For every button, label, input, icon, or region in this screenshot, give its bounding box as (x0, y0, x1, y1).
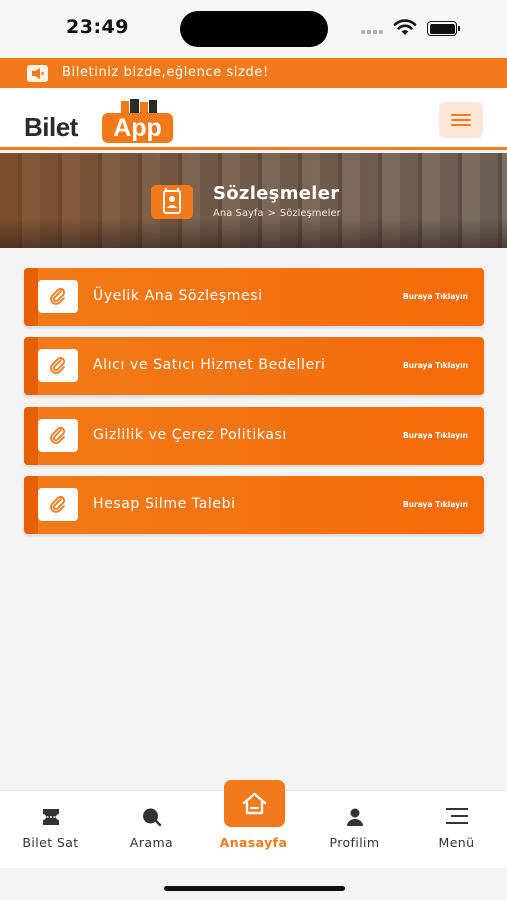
dynamic-island (180, 11, 328, 47)
megaphone-icon (27, 65, 48, 82)
nav-label: Arama (129, 835, 174, 850)
home-button[interactable] (224, 780, 285, 827)
nav-item-search[interactable]: Arama (101, 791, 202, 869)
breadcrumb-separator: > (267, 208, 276, 219)
paperclip-icon (38, 349, 78, 382)
hamburger-icon (451, 114, 471, 116)
agreement-card-account-deletion[interactable]: Hesap Silme Talebi Buraya Tıklayın (24, 476, 484, 534)
click-here-link[interactable]: Buraya Tıklayın (403, 431, 468, 440)
breadcrumb-current: Sözleşmeler (279, 208, 341, 219)
home-indicator-area (0, 868, 507, 900)
agreement-label: Gizlilik ve Çerez Politikası (93, 427, 287, 443)
paperclip-icon (38, 419, 78, 452)
user-icon (346, 808, 363, 826)
status-time: 23:49 (66, 16, 129, 38)
click-here-link[interactable]: Buraya Tıklayın (403, 292, 468, 301)
logo-text-bilet: Bilet (24, 112, 78, 142)
page-hero: Sözleşmeler Ana Sayfa > Sözleşmeler (0, 153, 507, 248)
agreement-label: Hesap Silme Talebi (93, 496, 236, 512)
announcement-bar: Biletiniz bizde,eğlence sizde! (0, 58, 507, 88)
agreement-card-membership[interactable]: Üyelik Ana Sözleşmesi Buraya Tıklayın (24, 268, 484, 326)
agreement-card-privacy[interactable]: Gizlilik ve Çerez Politikası Buraya Tıkl… (24, 407, 484, 465)
biletapp-logo[interactable]: Bilet App (24, 98, 174, 144)
announcement-text: Biletiniz bizde,eğlence sizde! (62, 65, 269, 80)
status-bar: 23:49 (0, 0, 507, 58)
nav-label-active: Anasayfa (219, 835, 288, 850)
agreement-label: Alıcı ve Satıcı Hizmet Bedelleri (93, 357, 326, 373)
nav-label: Profilim (329, 835, 380, 850)
cellular-signal-icon (361, 30, 383, 34)
logo-text-app: App (102, 113, 173, 143)
menu-icon (445, 808, 468, 824)
paperclip-icon (38, 488, 78, 521)
agreement-card-service-fees[interactable]: Alıcı ve Satıcı Hizmet Bedelleri Buraya … (24, 337, 484, 395)
click-here-link[interactable]: Buraya Tıklayın (403, 361, 468, 370)
nav-label: Bilet Sat (22, 835, 79, 850)
app-header: Bilet App (0, 88, 507, 150)
battery-icon (427, 21, 460, 36)
home-icon (242, 792, 267, 815)
nav-item-profile[interactable]: Profilim (304, 791, 405, 869)
click-here-link[interactable]: Buraya Tıklayın (403, 500, 468, 509)
nav-label: Menü (438, 835, 475, 850)
nav-item-sell-ticket[interactable]: Bilet Sat (0, 791, 101, 869)
nav-item-menu[interactable]: Menü (406, 791, 507, 869)
breadcrumb: Ana Sayfa > Sözleşmeler (213, 208, 341, 219)
home-indicator[interactable] (164, 886, 345, 891)
agreement-label: Üyelik Ana Sözleşmesi (93, 288, 263, 304)
breadcrumb-home-link[interactable]: Ana Sayfa (213, 208, 264, 219)
contract-icon (151, 185, 193, 219)
search-icon (142, 808, 161, 827)
wifi-icon (393, 19, 417, 35)
logo-tickets-icon (121, 99, 157, 113)
page-title: Sözleşmeler (213, 183, 340, 204)
ticket-icon (42, 809, 59, 825)
hamburger-menu-button[interactable] (439, 102, 483, 138)
paperclip-icon (38, 280, 78, 313)
